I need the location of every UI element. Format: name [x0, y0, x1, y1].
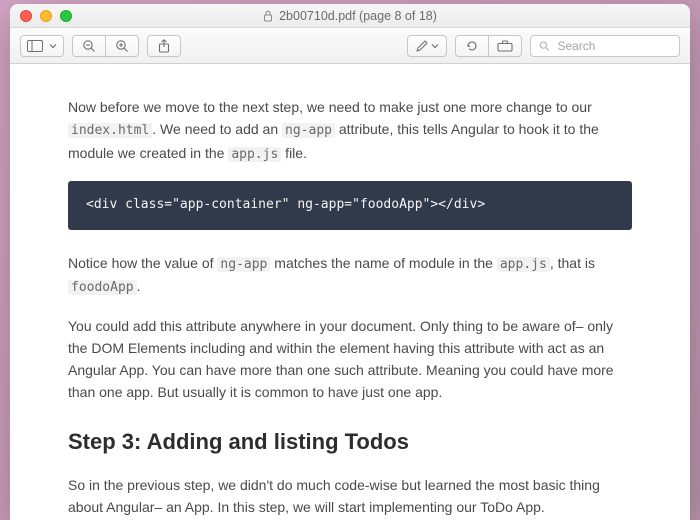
window-title-text: 2b00710d.pdf (page 8 of 18)	[279, 9, 437, 23]
inline-code: foodoApp	[68, 280, 137, 295]
inline-code: app.js	[497, 257, 550, 272]
paragraph: Now before we move to the next step, we …	[68, 96, 632, 165]
zoom-out-icon	[82, 39, 96, 53]
inline-code: app.js	[228, 147, 281, 162]
sidebar-toggle-button[interactable]	[20, 35, 64, 57]
lock-icon	[263, 10, 273, 22]
inline-code: ng-app	[217, 257, 270, 272]
zoom-in-icon	[115, 39, 129, 53]
search-input[interactable]	[555, 38, 671, 54]
paragraph: Notice how the value of ng-app matches t…	[68, 252, 632, 299]
window-controls	[10, 10, 72, 22]
pencil-icon	[415, 39, 429, 53]
close-button[interactable]	[20, 10, 32, 22]
section-heading: Step 3: Adding and listing Todos	[68, 425, 632, 460]
sidebar-icon	[27, 40, 43, 52]
maximize-button[interactable]	[60, 10, 72, 22]
inline-code: index.html	[68, 123, 152, 138]
view-group	[455, 35, 522, 57]
window-title: 2b00710d.pdf (page 8 of 18)	[10, 9, 690, 23]
markup-button[interactable]	[407, 35, 447, 57]
minimize-button[interactable]	[40, 10, 52, 22]
titlebar: 2b00710d.pdf (page 8 of 18)	[10, 4, 690, 28]
zoom-in-button[interactable]	[105, 35, 139, 57]
chevron-down-icon	[431, 42, 439, 50]
share-icon	[158, 39, 170, 53]
rotate-icon	[465, 39, 479, 53]
chevron-down-icon	[49, 42, 57, 50]
edit-toolbar-button[interactable]	[488, 35, 522, 57]
rotate-button[interactable]	[455, 35, 489, 57]
toolbar	[10, 28, 690, 64]
document-content: Now before we move to the next step, we …	[10, 64, 690, 520]
toolbox-icon	[497, 40, 513, 52]
inline-code: ng-app	[282, 123, 335, 138]
search-icon	[539, 40, 549, 52]
paragraph: So in the previous step, we didn't do mu…	[68, 474, 632, 518]
code-block: <div class="app-container" ng-app="foodo…	[68, 181, 632, 230]
preview-window: 2b00710d.pdf (page 8 of 18)	[10, 4, 690, 520]
paragraph: You could add this attribute anywhere in…	[68, 315, 632, 403]
zoom-out-button[interactable]	[72, 35, 106, 57]
zoom-group	[72, 35, 139, 57]
search-field[interactable]	[530, 35, 680, 57]
share-button[interactable]	[147, 35, 181, 57]
